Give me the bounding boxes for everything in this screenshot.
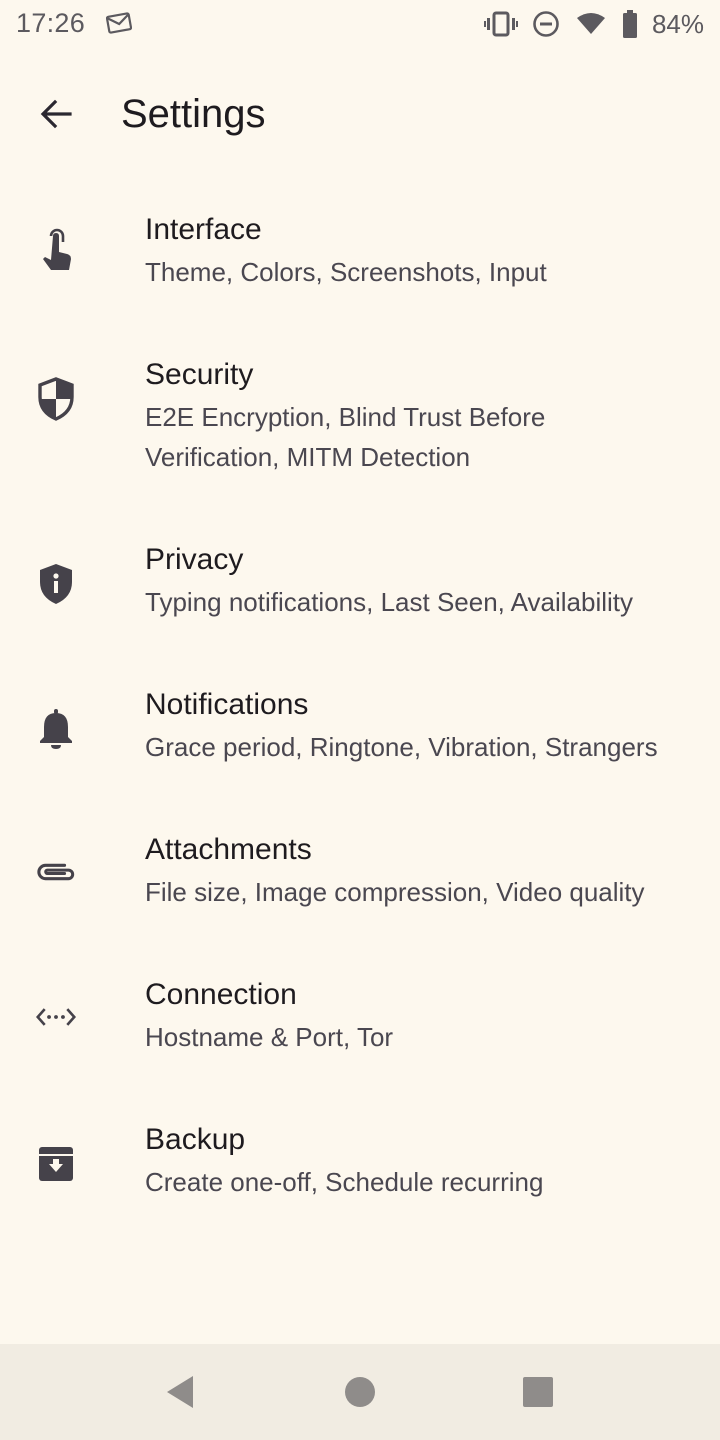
settings-item-title: Backup: [145, 1123, 246, 1156]
settings-item-security[interactable]: Security E2E Encryption, Blind Trust Bef…: [0, 325, 720, 510]
settings-item-backup[interactable]: Backup Create one-off, Schedule recurrin…: [0, 1090, 720, 1235]
settings-item-privacy[interactable]: Privacy Typing notifications, Last Seen,…: [0, 510, 720, 655]
shield-icon: [36, 377, 76, 421]
settings-item-title: Interface: [145, 213, 262, 246]
settings-list: Interface Theme, Colors, Screenshots, In…: [0, 180, 720, 1235]
nav-recents-icon: [523, 1377, 553, 1407]
mail-icon: [105, 12, 133, 34]
nav-back-button[interactable]: [156, 1368, 204, 1416]
nav-home-button[interactable]: [336, 1368, 384, 1416]
settings-item-connection[interactable]: Connection Hostname & Port, Tor: [0, 945, 720, 1090]
settings-item-title: Privacy: [145, 543, 244, 576]
settings-item-subtitle: Typing notifications, Last Seen, Availab…: [145, 587, 634, 617]
vibrate-icon: [483, 10, 518, 38]
settings-item-title: Connection: [145, 978, 297, 1011]
code-dots-icon: [36, 997, 76, 1037]
app-bar: Settings: [0, 60, 720, 170]
settings-item-attachments[interactable]: Attachments File size, Image compression…: [0, 800, 720, 945]
nav-home-icon: [345, 1377, 375, 1407]
touch-hand-icon: [36, 228, 76, 270]
settings-item-interface[interactable]: Interface Theme, Colors, Screenshots, In…: [0, 180, 720, 325]
archive-icon: [36, 1144, 76, 1184]
bell-icon: [36, 709, 76, 749]
nav-back-icon: [167, 1376, 193, 1408]
attachment-icon: [36, 852, 76, 892]
settings-item-title: Notifications: [145, 688, 309, 721]
arrow-back-icon: [40, 99, 72, 129]
do-not-disturb-icon: [532, 10, 560, 38]
settings-item-subtitle: Create one-off, Schedule recurring: [145, 1167, 544, 1197]
settings-item-title: Security: [145, 358, 254, 391]
wifi-icon: [576, 12, 606, 36]
settings-item-notifications[interactable]: Notifications Grace period, Ringtone, Vi…: [0, 655, 720, 800]
settings-item-subtitle: Hostname & Port, Tor: [145, 1022, 394, 1052]
navigation-bar: [0, 1344, 720, 1440]
status-icons: 84%: [483, 8, 704, 40]
battery-percent: 84%: [651, 8, 704, 39]
page-title: Settings: [121, 92, 266, 136]
back-button[interactable]: [24, 82, 88, 146]
status-time: 17:26: [16, 8, 86, 38]
screen: 17:26 84% Settings Interface Theme, Colo…: [0, 0, 720, 1440]
privacy-shield-icon: [36, 564, 76, 604]
settings-item-subtitle: File size, Image compression, Video qual…: [145, 877, 645, 907]
status-bar: 17:26 84%: [0, 0, 720, 50]
settings-item-subtitle: Grace period, Ringtone, Vibration, Stran…: [145, 732, 658, 762]
settings-item-subtitle: E2E Encryption, Blind Trust Before Verif…: [145, 402, 546, 472]
settings-item-title: Attachments: [145, 833, 312, 866]
settings-item-subtitle: Theme, Colors, Screenshots, Input: [145, 257, 547, 287]
battery-icon: [622, 10, 638, 38]
nav-recents-button[interactable]: [514, 1368, 562, 1416]
